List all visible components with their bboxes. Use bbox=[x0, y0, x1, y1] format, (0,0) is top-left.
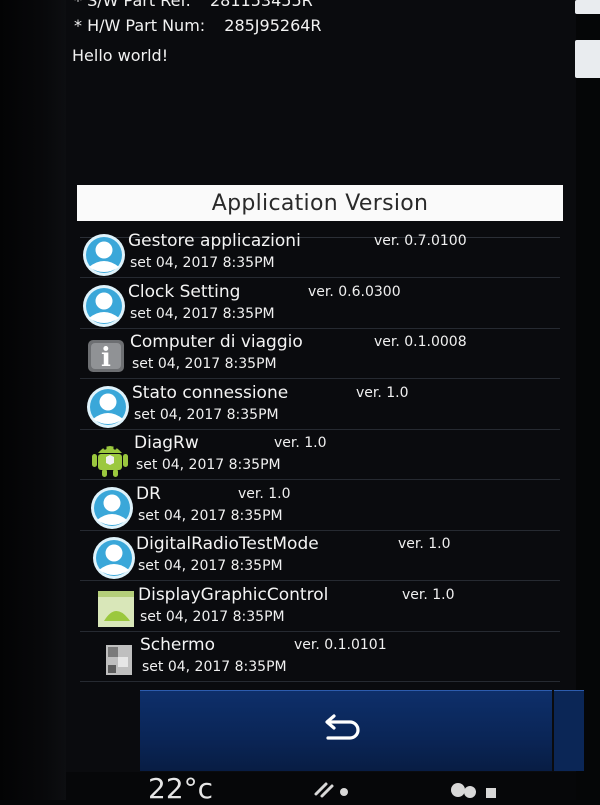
app-date: set 04, 2017 8:35PM bbox=[130, 255, 275, 271]
list-item[interactable]: DisplayGraphicControl ver. 1.0 set 04, 201… bbox=[80, 581, 560, 632]
app-version: ver. 1.0 bbox=[238, 485, 291, 502]
list-item[interactable]: DigitalRadioTestMode ver. 1.0 set 04, 2017… bbox=[80, 530, 560, 581]
person-app-icon bbox=[82, 284, 126, 328]
app-date: set 04, 2017 8:35PM bbox=[134, 406, 279, 423]
app-version: ver. 1.0 bbox=[274, 435, 327, 451]
back-arrow-icon[interactable] bbox=[320, 714, 364, 746]
list-item[interactable]: Gestore applicazioni ver. 0.7.0100 set 04,… bbox=[80, 227, 560, 278]
list-item[interactable]: Clock Setting ver. 0.6.0300 set 04, 2017 8… bbox=[80, 278, 560, 329]
sw-part-ref-label: * S/W Part Ref: bbox=[74, 0, 191, 10]
svg-text:i: i bbox=[101, 343, 111, 373]
list-item[interactable]: DiagRw ver. 1.0 set 04, 2017 8:35PM bbox=[80, 429, 560, 480]
app-name: Gestore applicazioni bbox=[128, 231, 301, 251]
android-box-icon bbox=[94, 587, 138, 631]
app-name: Stato connessione bbox=[132, 382, 289, 403]
app-version: ver. 0.6.0300 bbox=[308, 283, 401, 300]
list-item[interactable]: i Computer di viaggio ver. 0.1.0008 set 04,… bbox=[80, 328, 560, 379]
person-app-icon bbox=[86, 385, 130, 429]
side-button-middle[interactable] bbox=[575, 40, 600, 78]
screen-icon bbox=[98, 637, 142, 681]
app-date: set 04, 2017 8:35PM bbox=[136, 457, 281, 473]
list-item[interactable]: Schermo ver. 0.1.0101 set 04, 2017 8:35PM bbox=[80, 631, 560, 682]
app-name: Clock Setting bbox=[128, 281, 241, 302]
fan-direction-icon[interactable] bbox=[312, 778, 356, 800]
hw-part-num: * H/W Part Num: 285J95264R bbox=[74, 16, 322, 35]
list-item[interactable]: Stato connessione ver. 1.0 set 04, 2017 8:… bbox=[80, 379, 560, 430]
app-name: Schermo bbox=[140, 635, 216, 655]
bottom-nav-bar-right[interactable] bbox=[554, 690, 584, 771]
app-name: Computer di viaggio bbox=[130, 332, 303, 352]
app-date: set 04, 2017 8:35PM bbox=[138, 558, 283, 574]
sw-part-ref: * S/W Part Ref: 281153455R bbox=[74, 0, 313, 10]
app-version-list[interactable]: Gestore applicazioni ver. 0.7.0100 set 04,… bbox=[80, 225, 560, 685]
app-date: set 04, 2017 8:35PM bbox=[142, 659, 287, 675]
app-date: set 04, 2017 8:35PM bbox=[130, 305, 275, 322]
hw-part-num-value: 285J95264R bbox=[224, 16, 322, 35]
sw-part-ref-value: 281153455R bbox=[210, 0, 313, 10]
hello-text: Hello world! bbox=[72, 46, 169, 65]
app-version: ver. 1.0 bbox=[398, 536, 451, 552]
app-version: ver. 0.1.0008 bbox=[374, 334, 467, 350]
screen-bezel-left bbox=[0, 0, 66, 800]
hw-part-num-label: * H/W Part Num: bbox=[74, 16, 206, 35]
app-version: ver. 1.0 bbox=[356, 384, 409, 401]
page-title: Application Version bbox=[77, 185, 563, 221]
app-name: DR bbox=[136, 483, 161, 504]
person-app-icon bbox=[92, 536, 136, 580]
app-date: set 04, 2017 8:35PM bbox=[132, 356, 277, 372]
app-date: set 04, 2017 8:35PM bbox=[138, 507, 283, 524]
app-date: set 04, 2017 8:35PM bbox=[140, 608, 285, 625]
person-app-icon bbox=[90, 486, 134, 530]
app-name: DigitalRadioTestMode bbox=[136, 534, 319, 554]
app-version: ver. 0.7.0100 bbox=[374, 233, 467, 249]
app-name: DiagRw bbox=[134, 433, 199, 453]
side-button-top[interactable] bbox=[575, 0, 600, 14]
seat-heat-icon[interactable] bbox=[446, 778, 502, 800]
temperature-readout[interactable]: 22°c bbox=[148, 772, 213, 805]
app-version: ver. 1.0 bbox=[402, 586, 455, 603]
app-name: DisplayGraphicControl bbox=[138, 584, 329, 605]
screen-bezel-right bbox=[576, 0, 600, 800]
person-app-icon bbox=[82, 233, 126, 277]
list-item[interactable]: DR ver. 1.0 set 04, 2017 8:35PM bbox=[80, 480, 560, 531]
android-icon bbox=[88, 435, 132, 479]
app-version: ver. 0.1.0101 bbox=[294, 637, 387, 653]
info-icon: i bbox=[84, 334, 128, 378]
